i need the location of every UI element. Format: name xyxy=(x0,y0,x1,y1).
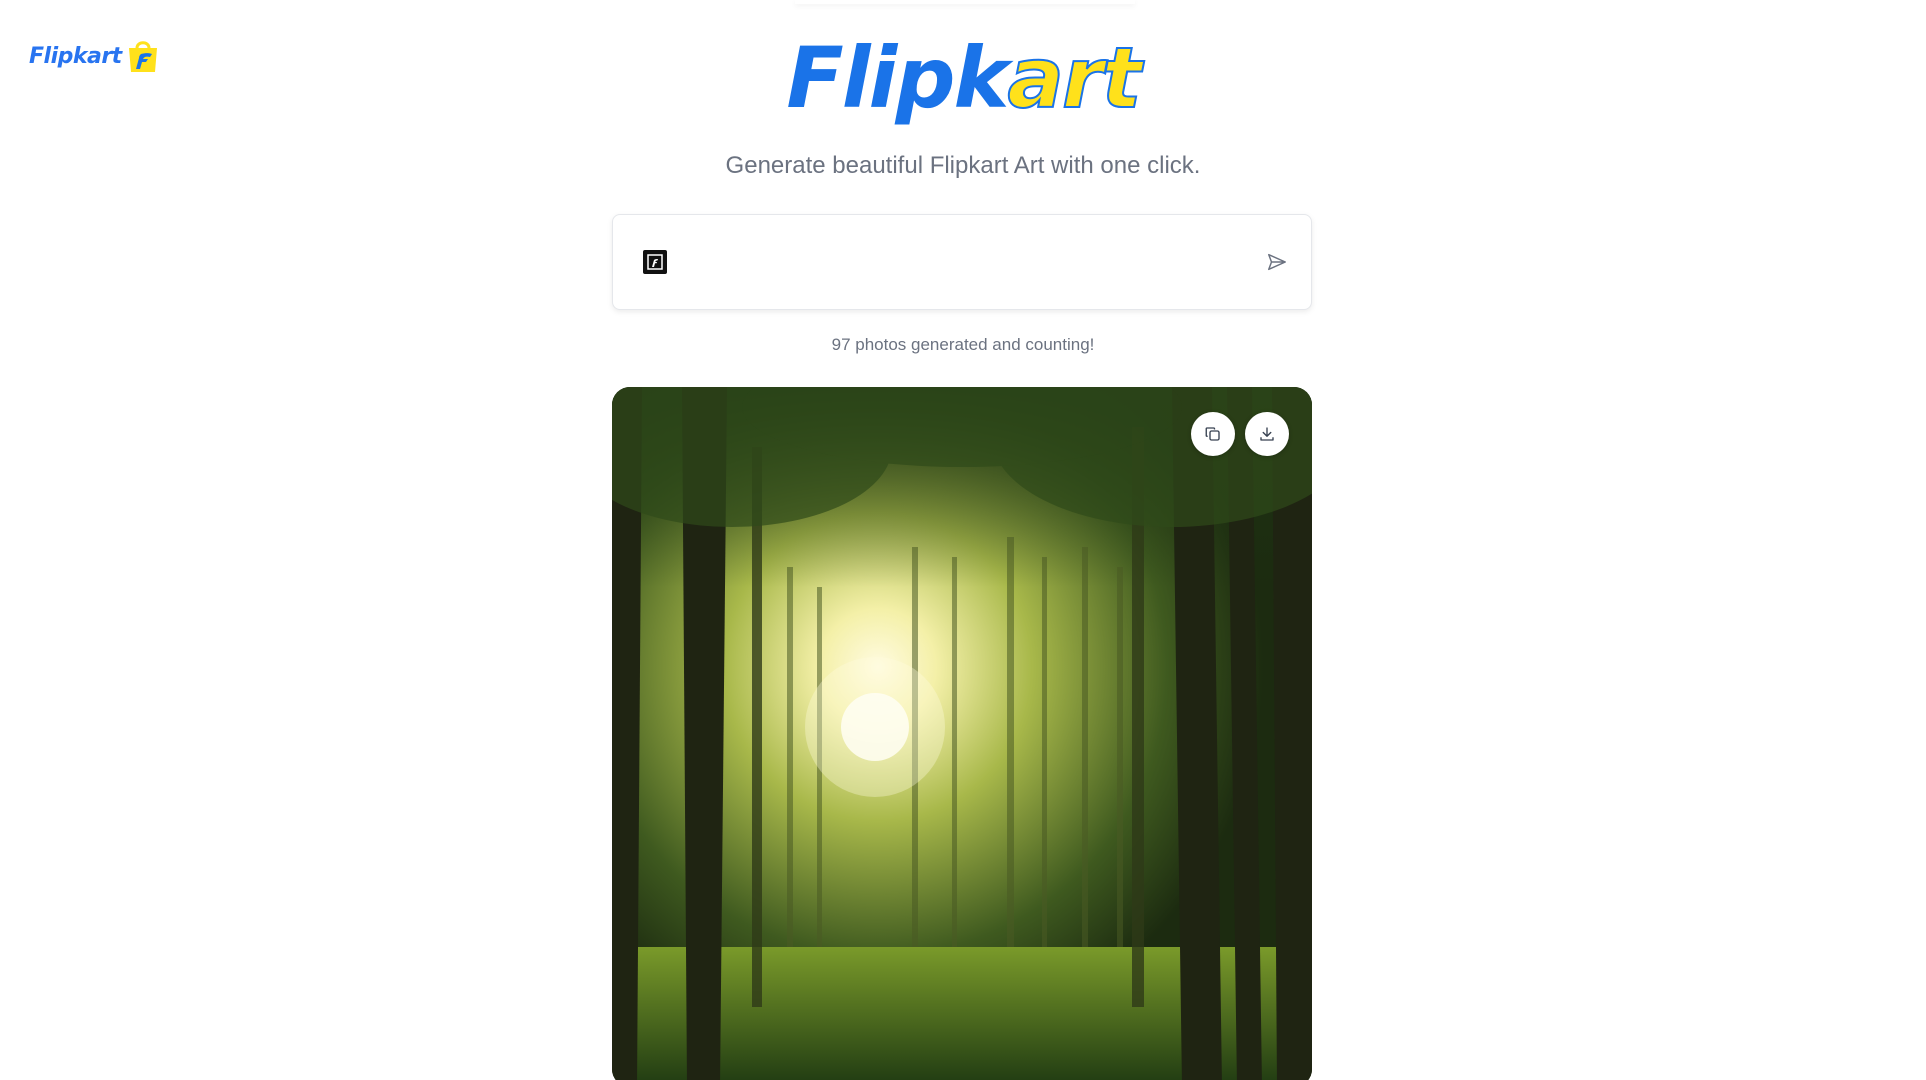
generated-image-card xyxy=(612,387,1312,1080)
hero-logo-part1: Flipk xyxy=(786,29,1009,127)
copy-button[interactable] xyxy=(1191,412,1235,456)
download-icon xyxy=(1260,427,1274,441)
tagline: Generate beautiful Flipkart Art with one… xyxy=(725,152,1201,179)
top-divider xyxy=(795,0,1135,4)
download-button[interactable] xyxy=(1245,412,1289,456)
generation-counter: 97 photos generated and counting! xyxy=(831,335,1095,354)
prompt-input[interactable] xyxy=(681,231,1257,293)
sunlit-forest-image xyxy=(612,387,1312,1080)
send-icon xyxy=(1268,253,1286,271)
hero-logo: Flipkart xyxy=(0,28,1926,128)
flipkart-bag-icon xyxy=(643,250,667,274)
hero-logo-part2: art xyxy=(1006,28,1142,128)
prompt-box xyxy=(612,214,1312,310)
page: Flipkart Flipkart Generate beautiful Fli… xyxy=(0,0,1926,1080)
send-button[interactable] xyxy=(1257,242,1297,282)
copy-icon xyxy=(1205,427,1220,441)
